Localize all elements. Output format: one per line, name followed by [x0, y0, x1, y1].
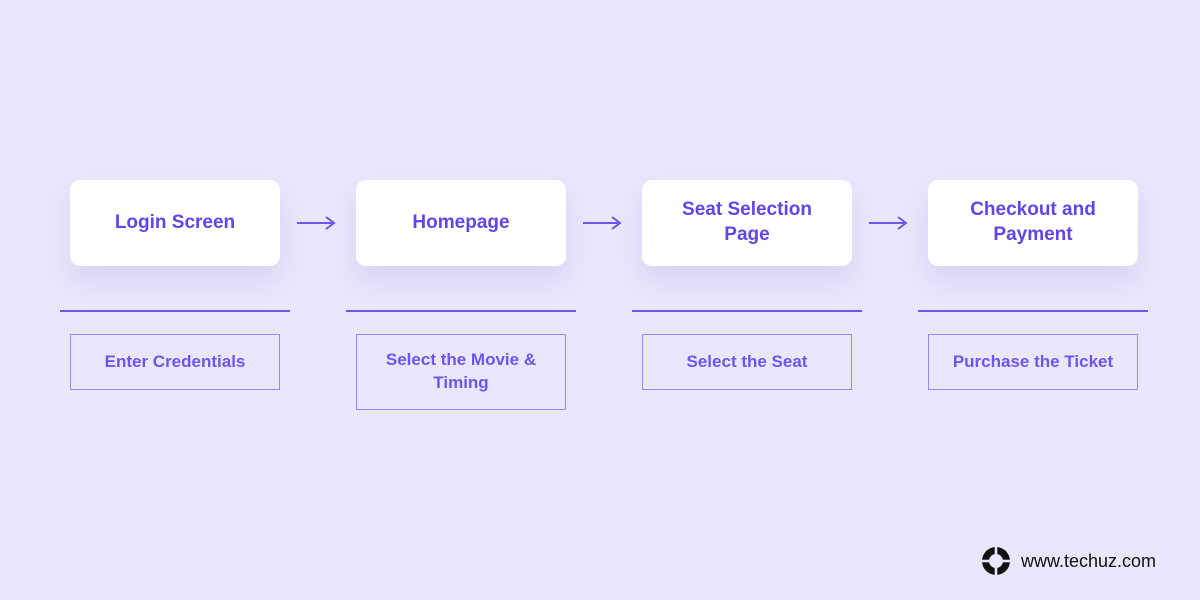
action-select-seat: Select the Seat [642, 334, 852, 390]
step-login: Login Screen Enter Credentials [60, 180, 290, 390]
divider [918, 310, 1148, 312]
card-seat-selection: Seat Selection Page [642, 180, 852, 266]
arrow-icon [862, 180, 918, 266]
step-homepage: Homepage Select the Movie & Timing [346, 180, 576, 410]
card-label: Login Screen [115, 211, 235, 236]
card-label: Checkout and Payment [944, 198, 1122, 247]
action-enter-credentials: Enter Credentials [70, 334, 280, 390]
action-purchase-ticket: Purchase the Ticket [928, 334, 1138, 390]
arrow-icon [576, 180, 632, 266]
divider [346, 310, 576, 312]
attribution-text: www.techuz.com [1021, 551, 1156, 572]
logo-icon [981, 546, 1011, 576]
action-label: Purchase the Ticket [953, 351, 1113, 374]
divider [60, 310, 290, 312]
card-label: Homepage [412, 211, 509, 236]
action-select-movie-timing: Select the Movie & Timing [356, 334, 566, 410]
step-checkout-payment: Checkout and Payment Purchase the Ticket [918, 180, 1148, 390]
action-label: Select the Seat [687, 351, 808, 374]
card-label: Seat Selection Page [658, 198, 836, 247]
step-seat-selection: Seat Selection Page Select the Seat [632, 180, 862, 390]
card-login-screen: Login Screen [70, 180, 280, 266]
flow-diagram: Login Screen Enter Credentials Homepage … [60, 180, 1140, 410]
card-homepage: Homepage [356, 180, 566, 266]
action-label: Select the Movie & Timing [375, 349, 547, 395]
card-checkout-payment: Checkout and Payment [928, 180, 1138, 266]
arrow-icon [290, 180, 346, 266]
attribution: www.techuz.com [981, 546, 1156, 576]
action-label: Enter Credentials [105, 351, 246, 374]
divider [632, 310, 862, 312]
